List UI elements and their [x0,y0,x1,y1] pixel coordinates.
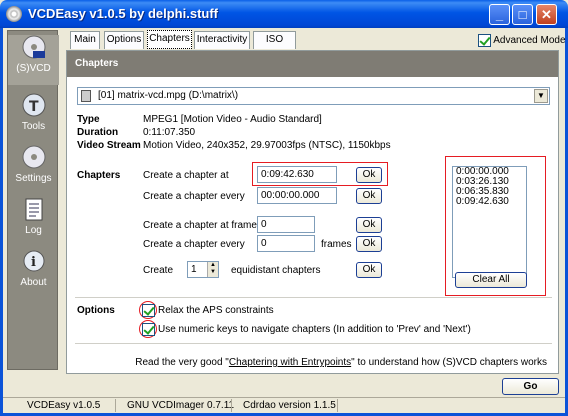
file-select-value: [01] matrix-vcd.mpg (D:\matrix\) [98,90,239,101]
help-note: Read the very good "Chaptering with Entr… [135,357,547,368]
info-icon: i [23,250,44,272]
status-separator [231,399,232,412]
spinner-arrows-icon[interactable]: ▲ ▼ [207,262,218,277]
advanced-mode-toggle[interactable]: Advanced Mode [478,34,566,47]
equidistant-ok-button[interactable]: Ok [356,262,382,278]
create-every-ok-button[interactable]: Ok [356,188,382,204]
title-bar[interactable]: VCDEasy v1.0.5 by delphi.stuff _ □ ✕ [0,0,568,28]
tab-chapters[interactable]: Chapters [147,30,192,49]
create-at-frame-label: Create a chapter at frame [143,220,257,231]
app-disc-icon [6,6,22,22]
file-select[interactable]: [01] matrix-vcd.mpg (D:\matrix\) ▼ [77,87,550,105]
status-separator [337,399,338,412]
duration-value: 0:11:07.350 [143,127,196,138]
sidebar: (S)VCD T Tools Settings Log i About [7,30,59,370]
equidistant-value: 1 [191,264,197,275]
status-separator [115,399,116,412]
panel-title: Chapters [67,51,558,77]
equidistant-label: equidistant chapters [231,265,321,276]
options-section-label: Options [77,305,115,316]
chapters-section-label: Chapters [77,170,121,181]
sidebar-item-settings[interactable]: Settings [8,145,59,189]
tab-interactivity[interactable]: Interactivity [194,31,250,49]
divider [75,297,552,298]
sidebar-item-label: Settings [15,173,52,184]
log-icon [25,198,42,221]
sidebar-item-label: Log [25,225,42,236]
svg-text:T: T [29,99,39,115]
duration-label: Duration [77,127,119,138]
list-item[interactable]: 0:09:42.630 [453,197,526,207]
sidebar-item-tools[interactable]: T Tools [8,93,59,137]
sidebar-item-label: Tools [21,121,46,132]
type-value: MPEG1 [Motion Video - Audio Standard] [143,114,322,125]
clear-all-button[interactable]: Clear All [455,272,527,288]
tab-main[interactable]: Main [70,31,100,49]
create-at-input[interactable]: 0:09:42.630 [257,166,337,183]
advanced-mode-label: Advanced Mode [493,35,566,47]
create-every-frames-ok-button[interactable]: Ok [356,236,382,252]
divider [75,343,552,344]
chevron-down-icon[interactable]: ▼ [534,89,548,103]
settings-disc-icon [22,145,45,169]
svcd-disc-icon [22,35,45,59]
status-bar: VCDEasy v1.0.5 GNU VCDImager 0.7.11 Cdrd… [3,397,565,413]
file-icon [81,90,91,102]
frames-label: frames [321,239,352,250]
sidebar-item-log[interactable]: Log [8,197,59,241]
video-stream-label: Video Stream [77,140,141,151]
create-every-input[interactable]: 00:00:00.000 [257,187,337,204]
create-at-frame-input[interactable]: 0 [257,216,315,233]
window-title: VCDEasy v1.0.5 by delphi.stuff [28,6,219,21]
video-stream-value: Motion Video, 240x352, 29.97003fps (NTSC… [143,140,391,151]
sidebar-item-label: About [20,277,47,288]
go-button[interactable]: Go [502,378,559,395]
tools-icon: T [22,93,45,117]
sidebar-item-about[interactable]: i About [8,249,59,293]
vcdimager-status: GNU VCDImager 0.7.11 [127,400,235,411]
create-label: Create [143,265,174,276]
relax-aps-label: Relax the APS constraints [158,305,274,316]
create-every-frames-label: Create a chapter every [143,239,245,250]
advanced-mode-checkbox[interactable] [478,34,491,47]
create-at-frame-ok-button[interactable]: Ok [356,217,382,233]
create-at-label: Create a chapter at [143,170,229,181]
sidebar-item-label: (S)VCD [16,63,51,74]
close-button[interactable]: ✕ [536,4,557,25]
maximize-button[interactable]: □ [512,4,533,25]
chapter-list[interactable]: 0:00:00.000 0:03:26.130 0:06:35.830 0:09… [452,166,527,278]
equidistant-spinner[interactable]: 1 ▲ ▼ [187,261,219,278]
create-at-ok-button[interactable]: Ok [356,167,382,183]
chapters-panel: Chapters [01] matrix-vcd.mpg (D:\matrix\… [66,50,559,374]
tab-options[interactable]: Options [104,31,144,49]
relax-aps-checkbox[interactable] [142,304,155,317]
type-label: Type [77,114,100,125]
minimize-button[interactable]: _ [489,4,510,25]
chaptering-link[interactable]: Chaptering with Entrypoints [229,357,351,368]
sidebar-item-svcd[interactable]: (S)VCD [8,35,59,85]
create-every-frames-input[interactable]: 0 [257,235,315,252]
cdrdao-status: Cdrdao version 1.1.5 [243,400,336,411]
numeric-keys-checkbox[interactable] [142,323,155,336]
tab-iso-files[interactable]: ISO Files [253,31,296,61]
svg-text:i: i [31,255,36,270]
numeric-keys-label: Use numeric keys to navigate chapters (I… [158,324,471,335]
app-version-status: VCDEasy v1.0.5 [27,400,101,411]
create-every-label: Create a chapter every [143,191,245,202]
